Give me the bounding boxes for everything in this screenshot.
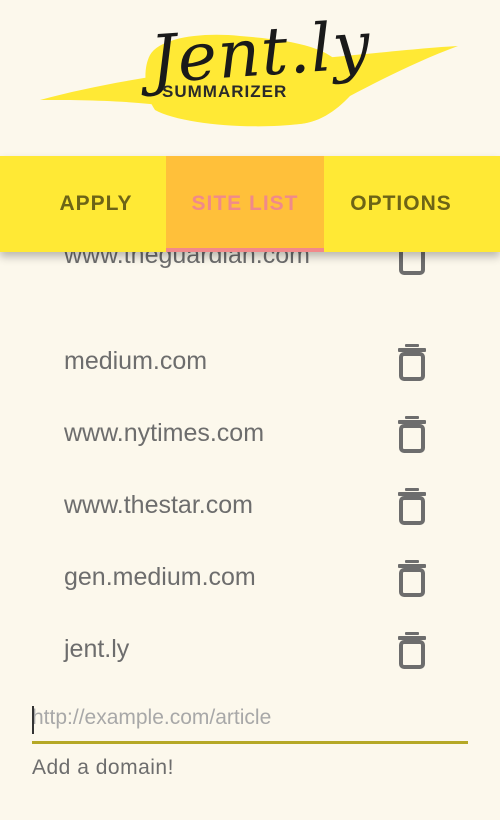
site-row: www.thestar.com	[0, 469, 500, 541]
site-list-page: Jent.ly SUMMARIZER APPLY SITE LIST OPTIO…	[0, 0, 500, 820]
tab-site-list[interactable]: SITE LIST	[166, 156, 324, 252]
site-row: gen.medium.com	[0, 541, 500, 613]
tab-bar: APPLY SITE LIST OPTIONS	[0, 156, 500, 252]
trash-icon[interactable]	[396, 415, 428, 453]
site-list: www.theguardian.com medium.com www.nytim…	[0, 252, 500, 682]
site-domain: medium.com	[64, 347, 208, 375]
trash-icon[interactable]	[396, 559, 428, 597]
trash-icon[interactable]	[396, 252, 428, 275]
logo: Jent.ly SUMMARIZER	[0, 0, 500, 160]
trash-icon[interactable]	[396, 631, 428, 669]
site-domain: www.theguardian.com	[64, 252, 310, 269]
site-row: jent.ly	[0, 613, 500, 682]
site-domain: www.thestar.com	[64, 491, 253, 519]
site-domain: www.nytimes.com	[64, 419, 265, 447]
site-row: medium.com	[0, 325, 500, 397]
add-domain-helper-text: Add a domain!	[32, 756, 174, 779]
trash-icon[interactable]	[396, 487, 428, 525]
tab-apply[interactable]: APPLY	[26, 156, 166, 252]
add-domain-field	[32, 700, 468, 748]
domain-input[interactable]	[32, 700, 468, 744]
site-domain: jent.ly	[64, 635, 130, 663]
site-row: www.theguardian.com	[0, 252, 500, 325]
site-domain: gen.medium.com	[64, 563, 256, 591]
tab-options[interactable]: OPTIONS	[324, 156, 478, 252]
text-caret	[32, 706, 34, 734]
trash-icon[interactable]	[396, 343, 428, 381]
site-row: www.nytimes.com	[0, 397, 500, 469]
logo-subtitle: SUMMARIZER	[162, 82, 288, 101]
